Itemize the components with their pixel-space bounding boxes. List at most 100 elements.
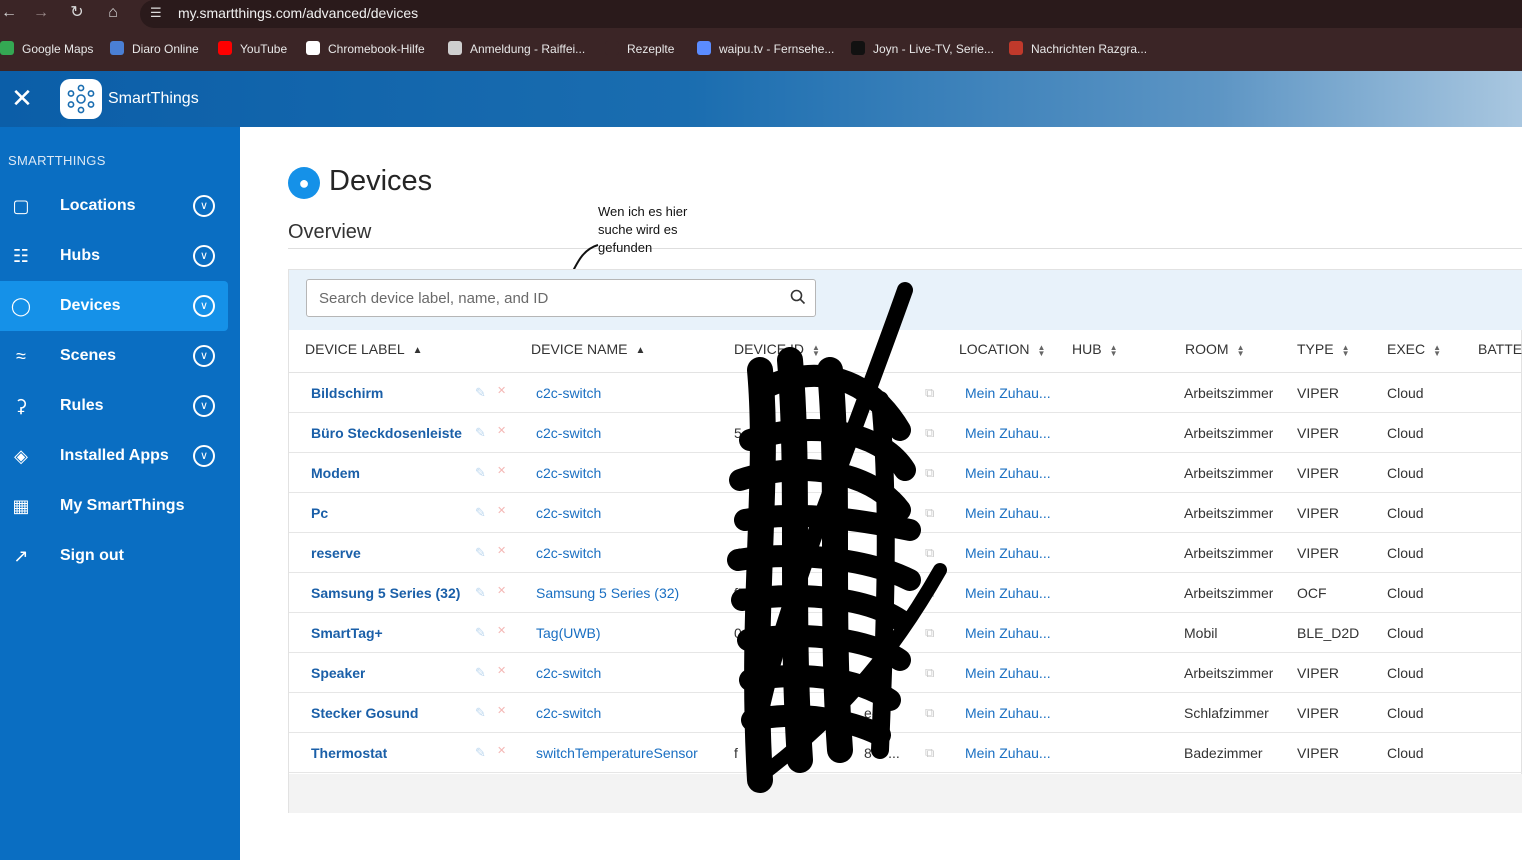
column-header-device-id[interactable]: DEVICE ID ▲ ▼ [734, 341, 820, 358]
edit-icon[interactable]: ✎ [475, 705, 486, 721]
bookmark-item[interactable]: Nachrichten Razgra... [1009, 41, 1147, 56]
sidebar-item-locations[interactable]: ▢ Locations ∨ [0, 181, 228, 231]
device-name-link[interactable]: c2c-switch [536, 505, 601, 521]
chevron-down-icon[interactable]: ∨ [193, 295, 215, 317]
bookmark-item[interactable]: Chromebook-Hilfe [306, 41, 425, 56]
device-name-link[interactable]: c2c-switch [536, 465, 601, 481]
device-name-link[interactable]: switchTemperatureSensor [536, 745, 698, 761]
home-icon[interactable]: ⌂ [104, 4, 122, 22]
delete-icon[interactable]: ✕ [497, 424, 506, 437]
delete-icon[interactable]: ✕ [497, 544, 506, 557]
forward-icon[interactable]: → [32, 4, 50, 22]
sidebar-item-my-smartthings[interactable]: ▦ My SmartThings [0, 481, 228, 531]
sidebar-item-installed-apps[interactable]: ◈ Installed Apps ∨ [0, 431, 228, 481]
device-label-link[interactable]: SmartTag+ [311, 625, 383, 641]
copy-icon[interactable]: ⧉ [925, 585, 934, 601]
device-label-link[interactable]: Modem [311, 465, 360, 481]
device-label-link[interactable]: Bildschirm [311, 385, 383, 401]
device-label-link[interactable]: Büro Steckdosenleiste [311, 425, 462, 441]
location-link[interactable]: Mein Zuhau... [965, 505, 1051, 521]
edit-icon[interactable]: ✎ [475, 625, 486, 641]
location-link[interactable]: Mein Zuhau... [965, 465, 1051, 481]
column-header-location[interactable]: LOCATION ▲ ▼ [959, 341, 1045, 358]
delete-icon[interactable]: ✕ [497, 664, 506, 677]
device-name-link[interactable]: c2c-switch [536, 425, 601, 441]
delete-icon[interactable]: ✕ [497, 744, 506, 757]
sidebar-item-sign-out[interactable]: ↗ Sign out [0, 531, 228, 581]
bookmark-item[interactable]: Anmeldung - Raiffei... [448, 41, 585, 56]
location-link[interactable]: Mein Zuhau... [965, 665, 1051, 681]
column-header-battery[interactable]: BATTER [1478, 341, 1522, 357]
column-header-device-label[interactable]: DEVICE LABEL ▲ [305, 341, 423, 357]
column-header-exec[interactable]: EXEC ▲ ▼ [1387, 341, 1441, 358]
device-name-link[interactable]: c2c-switch [536, 385, 601, 401]
sidebar-item-devices[interactable]: ◯ Devices ∨ [0, 281, 228, 331]
chevron-down-icon[interactable]: ∨ [193, 445, 215, 467]
device-name-link[interactable]: Tag(UWB) [536, 625, 601, 641]
copy-icon[interactable]: ⧉ [925, 465, 934, 481]
reload-icon[interactable]: ↻ [68, 4, 86, 22]
copy-icon[interactable]: ⧉ [925, 545, 934, 561]
location-link[interactable]: Mein Zuhau... [965, 745, 1051, 761]
edit-icon[interactable]: ✎ [475, 545, 486, 561]
delete-icon[interactable]: ✕ [497, 464, 506, 477]
sidebar-item-hubs[interactable]: ☷ Hubs ∨ [0, 231, 228, 281]
copy-icon[interactable]: ⧉ [925, 385, 934, 401]
bookmark-item[interactable]: Joyn - Live-TV, Serie... [851, 41, 994, 56]
column-header-device-name[interactable]: DEVICE NAME ▲ [531, 341, 645, 357]
bookmark-item[interactable]: Diaro Online [110, 41, 199, 56]
search-input[interactable] [307, 280, 777, 316]
bookmark-item[interactable]: YouTube [218, 41, 287, 56]
chevron-down-icon[interactable]: ∨ [193, 245, 215, 267]
device-label-link[interactable]: Stecker Gosund [311, 705, 418, 721]
edit-icon[interactable]: ✎ [475, 745, 486, 761]
location-link[interactable]: Mein Zuhau... [965, 585, 1051, 601]
delete-icon[interactable]: ✕ [497, 504, 506, 517]
sidebar-item-scenes[interactable]: ≈ Scenes ∨ [0, 331, 228, 381]
column-header-room[interactable]: ROOM ▲ ▼ [1185, 341, 1244, 358]
delete-icon[interactable]: ✕ [497, 704, 506, 717]
bookmark-item[interactable]: waipu.tv - Fernsehe... [697, 41, 834, 56]
device-label-link[interactable]: Speaker [311, 665, 365, 681]
chevron-down-icon[interactable]: ∨ [193, 395, 215, 417]
device-label-link[interactable]: Samsung 5 Series (32) [311, 585, 460, 601]
sidebar-item-rules[interactable]: ⚳ Rules ∨ [0, 381, 228, 431]
chevron-down-icon[interactable]: ∨ [193, 345, 215, 367]
edit-icon[interactable]: ✎ [475, 585, 486, 601]
location-link[interactable]: Mein Zuhau... [965, 625, 1051, 641]
copy-icon[interactable]: ⧉ [925, 505, 934, 521]
device-name-link[interactable]: c2c-switch [536, 545, 601, 561]
back-icon[interactable]: ← [0, 4, 18, 22]
bookmark-item[interactable]: Google Maps [0, 41, 93, 56]
delete-icon[interactable]: ✕ [497, 624, 506, 637]
search-icon[interactable] [789, 288, 807, 306]
copy-icon[interactable]: ⧉ [925, 625, 934, 641]
column-header-hub[interactable]: HUB ▲ ▼ [1072, 341, 1117, 358]
location-link[interactable]: Mein Zuhau... [965, 705, 1051, 721]
chevron-down-icon[interactable]: ∨ [193, 195, 215, 217]
close-icon[interactable]: ✕ [10, 85, 34, 111]
copy-icon[interactable]: ⧉ [925, 745, 934, 761]
search-box[interactable] [306, 279, 816, 317]
delete-icon[interactable]: ✕ [497, 384, 506, 397]
device-label-link[interactable]: Thermostat [311, 745, 387, 761]
device-name-link[interactable]: Samsung 5 Series (32) [536, 585, 679, 601]
edit-icon[interactable]: ✎ [475, 665, 486, 681]
location-link[interactable]: Mein Zuhau... [965, 545, 1051, 561]
copy-icon[interactable]: ⧉ [925, 665, 934, 681]
copy-icon[interactable]: ⧉ [925, 705, 934, 721]
copy-icon[interactable]: ⧉ [925, 425, 934, 441]
address-bar[interactable]: ☰ my.smartthings.com/advanced/devices [140, 0, 1522, 28]
edit-icon[interactable]: ✎ [475, 425, 486, 441]
site-settings-icon[interactable]: ☰ [150, 5, 162, 21]
device-name-link[interactable]: c2c-switch [536, 705, 601, 721]
device-label-link[interactable]: reserve [311, 545, 361, 561]
bookmark-item[interactable]: Rezeplte [605, 41, 674, 56]
device-label-link[interactable]: Pc [311, 505, 328, 521]
location-link[interactable]: Mein Zuhau... [965, 385, 1051, 401]
edit-icon[interactable]: ✎ [475, 465, 486, 481]
column-header-type[interactable]: TYPE ▲ ▼ [1297, 341, 1350, 358]
edit-icon[interactable]: ✎ [475, 385, 486, 401]
delete-icon[interactable]: ✕ [497, 584, 506, 597]
edit-icon[interactable]: ✎ [475, 505, 486, 521]
